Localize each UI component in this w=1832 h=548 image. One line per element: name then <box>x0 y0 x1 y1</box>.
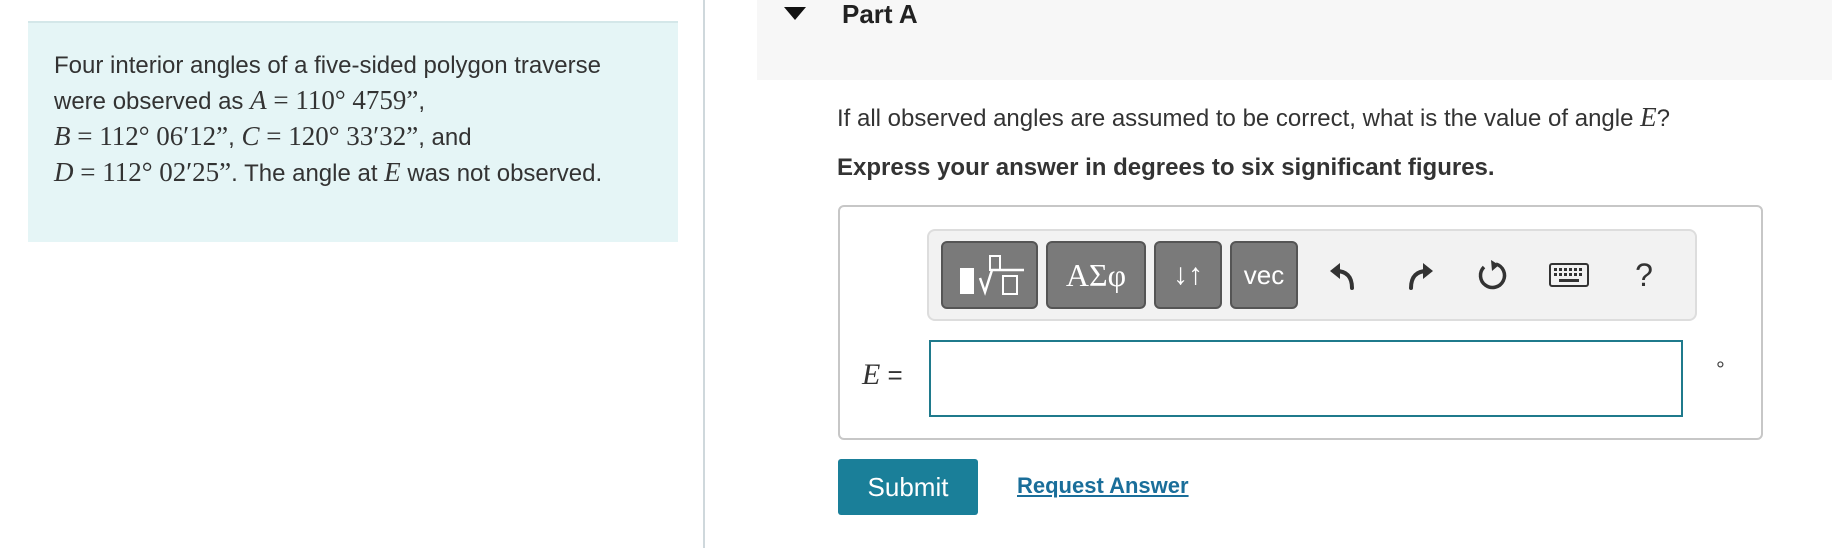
question-text: If all observed angles are assumed to be… <box>837 100 1670 136</box>
question-var-e: E <box>1640 102 1657 132</box>
undo-icon <box>1330 263 1354 290</box>
reset-icon <box>1478 260 1507 290</box>
undo-button[interactable] <box>1315 243 1371 307</box>
var-c: C <box>241 121 260 151</box>
angle-a-value: = 110° 4759” <box>266 85 419 115</box>
angle-b-value: = 112° 06′12” <box>70 121 229 151</box>
answer-input[interactable] <box>929 340 1683 417</box>
problem-text: . The angle at <box>231 160 385 187</box>
part-title: Part A <box>842 0 918 29</box>
instruction-text: Express your answer in degrees to six si… <box>837 154 1495 181</box>
math-toolbar: ΑΣφ ↓↑ vec ? <box>927 229 1697 321</box>
part-header[interactable]: Part A <box>757 0 1832 80</box>
separator: , and <box>418 124 472 151</box>
answer-label: E = <box>862 357 903 393</box>
caret-down-icon[interactable] <box>784 7 806 20</box>
degree-unit: ° <box>1716 357 1725 382</box>
problem-text: was not observed. <box>400 160 603 187</box>
equals-sign: = <box>880 360 903 390</box>
panel-divider <box>703 0 705 548</box>
submit-button[interactable]: Submit <box>838 459 978 515</box>
arrows-button[interactable]: ↓↑ <box>1154 241 1222 309</box>
vector-button[interactable]: vec <box>1230 241 1298 309</box>
question-mark: ? <box>1656 105 1670 132</box>
var-d: D <box>54 157 74 187</box>
keyboard-button[interactable] <box>1541 243 1597 307</box>
answer-var: E <box>862 358 881 391</box>
separator: , <box>418 88 426 115</box>
var-e: E <box>384 157 401 187</box>
help-button[interactable]: ? <box>1616 243 1672 307</box>
keyboard-icon <box>1549 263 1589 287</box>
redo-button[interactable] <box>1392 243 1448 307</box>
question-body: If all observed angles are assumed to be… <box>837 105 1641 132</box>
templates-icon <box>959 255 1024 296</box>
separator: , <box>228 124 242 151</box>
greek-symbols-button[interactable]: ΑΣφ <box>1046 241 1146 309</box>
request-answer-link[interactable]: Request Answer <box>1017 471 1189 501</box>
answer-box: ΑΣφ ↓↑ vec ? E = ° <box>838 205 1763 440</box>
angle-c-value: = 120° 33′32” <box>259 121 419 151</box>
problem-statement: Four interior angles of a five-sided pol… <box>28 21 678 242</box>
templates-button[interactable] <box>941 241 1038 309</box>
angle-d-value: = 112° 02′25” <box>73 157 232 187</box>
var-a: A <box>250 85 267 115</box>
reset-button[interactable] <box>1464 243 1520 307</box>
redo-icon <box>1409 263 1433 290</box>
var-b: B <box>54 121 71 151</box>
